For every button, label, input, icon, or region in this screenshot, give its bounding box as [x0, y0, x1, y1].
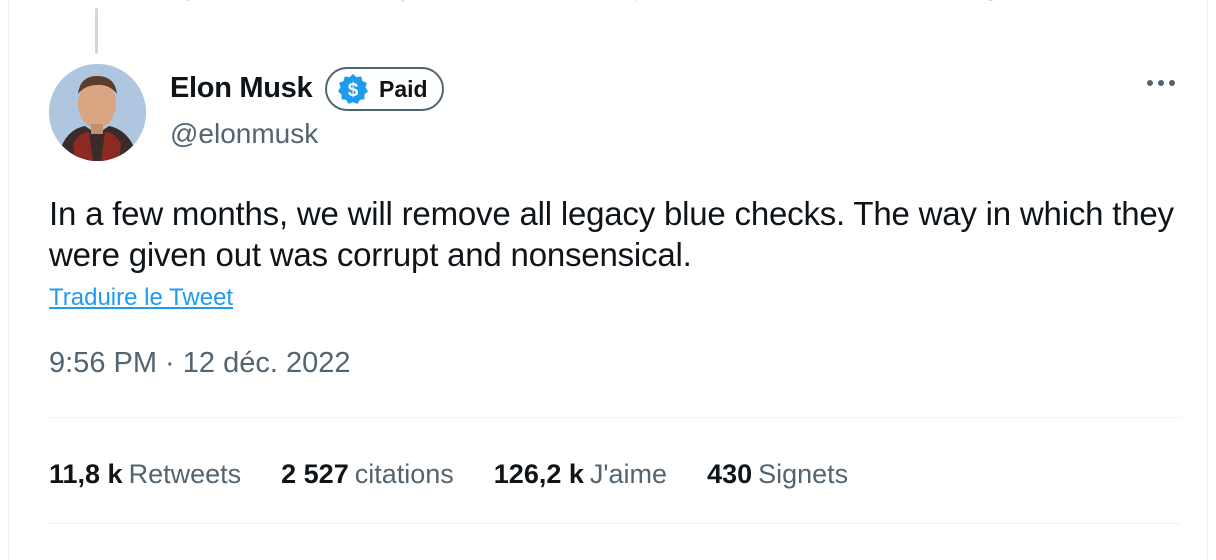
dollar-verified-icon: $ [338, 74, 368, 104]
previous-tweet-action-bar: ⌄ ⇄ ♡ ⋯ ⇪ [149, 0, 1069, 10]
svg-text:$: $ [348, 80, 359, 101]
tweet-text: In a few months, we will remove all lega… [49, 195, 1174, 273]
stat-label: citations [354, 458, 454, 489]
share-icon[interactable]: ⇪ [984, 0, 997, 6]
author-name[interactable]: Elon Musk [170, 72, 313, 105]
like-icon[interactable]: ♡ [629, 0, 643, 6]
paid-label: Paid [379, 75, 428, 102]
stat-value: 126,2 k [493, 458, 584, 489]
divider [49, 523, 1181, 524]
tweet-card: ⌄ ⇄ ♡ ⋯ ⇪ Elon Musk $ Paid @elonmusk [8, 0, 1208, 560]
stat-retweets[interactable]: 11,8 k Retweets [49, 459, 241, 490]
stat-value: 430 [707, 458, 753, 489]
stat-value: 11,8 k [49, 458, 123, 489]
divider [49, 417, 1181, 418]
avatar[interactable] [49, 64, 146, 161]
stat-label: Signets [758, 458, 849, 489]
author-handle[interactable]: @elonmusk [170, 118, 318, 150]
stat-label: Retweets [128, 458, 242, 489]
tweet-timestamp[interactable]: 9:56 PM · 12 déc. 2022 [49, 347, 350, 380]
stat-bookmarks[interactable]: 430 Signets [707, 459, 848, 490]
thread-connector-line [95, 8, 98, 54]
stat-label: J'aime [589, 458, 668, 489]
stat-likes[interactable]: 126,2 k J'aime [494, 459, 667, 490]
engagement-stats: 11,8 k Retweets 2 527 citations 126,2 k J'a… [49, 456, 888, 492]
translate-tweet-link[interactable]: Traduire le Tweet [49, 284, 233, 312]
more-options-icon[interactable] [1141, 68, 1181, 98]
views-icon[interactable]: ⋯ [849, 0, 865, 6]
stat-value: 2 527 [281, 458, 349, 489]
reply-icon[interactable]: ⌄ [181, 0, 194, 6]
stat-quotes[interactable]: 2 527 citations [281, 459, 454, 490]
retweet-icon[interactable]: ⇄ [399, 0, 412, 6]
paid-badge[interactable]: $ Paid [325, 67, 444, 111]
